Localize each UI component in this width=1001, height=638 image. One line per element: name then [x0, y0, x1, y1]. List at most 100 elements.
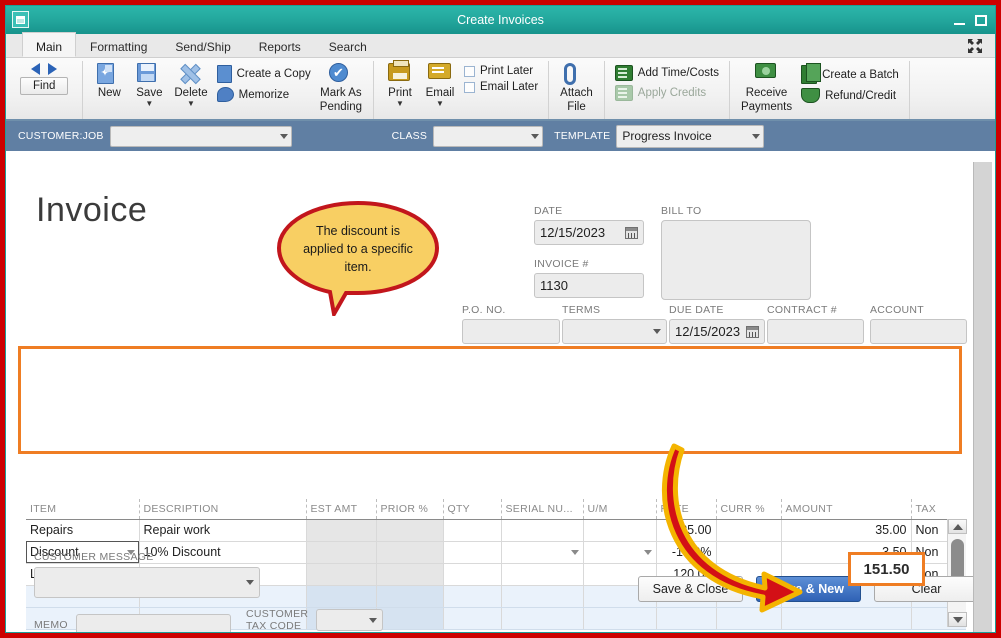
col-est-amt[interactable]: EST AMT	[305, 499, 376, 520]
tab-formatting[interactable]: Formatting	[76, 34, 161, 57]
table-row[interactable]: Repairs Repair work 35.00 35.00 Non	[26, 519, 966, 542]
col-item[interactable]: ITEM	[26, 499, 139, 520]
receive-payments-button[interactable]: Receive Payments	[736, 61, 797, 113]
cell-qty[interactable]	[442, 563, 501, 586]
create-a-copy-button[interactable]: Create a Copy	[216, 65, 311, 83]
chevron-down-icon[interactable]	[643, 549, 652, 555]
email-chevron-down-icon[interactable]: ▼	[436, 100, 444, 108]
customer-tax-code-select[interactable]	[316, 609, 384, 631]
contract-no-input[interactable]	[767, 319, 864, 344]
print-chevron-down-icon[interactable]: ▼	[396, 100, 404, 108]
cell-curr-pct[interactable]	[715, 607, 781, 630]
bill-to-group: BILL TO	[661, 205, 811, 300]
new-document-icon: ✦	[97, 63, 121, 85]
memorize-button[interactable]: Memorize	[216, 87, 311, 102]
cell-item[interactable]: Repairs	[26, 519, 139, 542]
add-time-costs-button[interactable]: Add Time/Costs	[614, 65, 719, 81]
cell-description[interactable]: Repair work	[138, 519, 306, 542]
cell-serial[interactable]	[500, 585, 583, 608]
print-later-checkbox[interactable]: Print Later	[464, 65, 538, 77]
delete-chevron-down-icon[interactable]: ▼	[187, 100, 195, 108]
customer-job-select[interactable]	[109, 125, 292, 147]
terms-select[interactable]	[562, 319, 667, 344]
email-button[interactable]: Email ▼	[420, 61, 460, 108]
ribbon-group-attach: Attach File	[548, 61, 604, 119]
tab-main[interactable]: Main	[22, 32, 77, 57]
col-tax[interactable]: TAX	[910, 499, 966, 520]
invoice-no-input[interactable]: 1130	[534, 273, 644, 298]
col-serial-number[interactable]: SERIAL NU...	[500, 499, 583, 520]
window-vertical-scrollbar[interactable]	[973, 162, 992, 632]
maximize-icon[interactable]	[975, 14, 987, 26]
save-button[interactable]: Save ▼	[129, 61, 169, 108]
customer-message-select[interactable]	[34, 567, 260, 598]
template-select[interactable]: Progress Invoice	[616, 124, 765, 148]
cell-qty[interactable]	[442, 519, 501, 542]
new-button[interactable]: ✦ New	[89, 61, 129, 99]
tab-search[interactable]: Search	[315, 34, 381, 57]
calendar-icon[interactable]	[746, 325, 759, 338]
email-later-checkbox[interactable]: Email Later	[464, 81, 538, 93]
cell-curr-pct[interactable]	[715, 541, 781, 564]
cell-serial[interactable]	[500, 607, 583, 630]
cell-qty[interactable]	[442, 585, 501, 608]
scroll-up-button[interactable]	[948, 519, 967, 534]
cell-serial[interactable]	[500, 541, 583, 564]
cell-um[interactable]	[582, 541, 656, 564]
cell-serial[interactable]	[500, 563, 583, 586]
tab-send-ship[interactable]: Send/Ship	[161, 34, 244, 57]
po-no-input[interactable]	[462, 319, 560, 344]
class-label: CLASS	[391, 130, 428, 142]
cell-qty[interactable]	[442, 607, 501, 630]
chevron-down-icon[interactable]	[570, 549, 579, 555]
minimize-icon[interactable]	[954, 15, 965, 25]
col-rate[interactable]: RATE	[655, 499, 716, 520]
customer-message-group: CUSTOMER MESSAGE	[34, 551, 260, 598]
grid-vertical-scrollbar[interactable]	[947, 519, 967, 627]
col-prior-pct[interactable]: PRIOR %	[375, 499, 443, 520]
due-date-input[interactable]: 12/15/2023	[669, 319, 765, 344]
col-amount[interactable]: AMOUNT	[780, 499, 911, 520]
next-icon[interactable]	[48, 63, 58, 75]
cell-amount[interactable]	[780, 607, 911, 630]
col-um[interactable]: U/M	[582, 499, 656, 520]
attach-file-button[interactable]: Attach File	[555, 61, 598, 113]
cell-curr-pct[interactable]	[715, 519, 781, 542]
save-chevron-down-icon[interactable]: ▼	[145, 100, 153, 108]
previous-icon[interactable]	[31, 63, 41, 75]
tab-reports[interactable]: Reports	[245, 34, 315, 57]
cell-rate[interactable]: 35.00	[655, 519, 716, 542]
window-title: Create Invoices	[457, 13, 544, 27]
scroll-down-button[interactable]	[948, 612, 967, 627]
col-qty[interactable]: QTY	[442, 499, 501, 520]
account-input[interactable]	[870, 319, 967, 344]
refund-credit-button[interactable]: Refund/Credit	[801, 88, 899, 103]
memo-input[interactable]	[75, 614, 231, 632]
cell-rate[interactable]	[655, 607, 716, 630]
mark-as-pending-button[interactable]: ✔ Mark As Pending	[315, 61, 367, 113]
print-button[interactable]: Print ▼	[380, 60, 420, 108]
window-titlebar: Create Invoices	[6, 6, 995, 34]
cell-amount[interactable]: 35.00	[780, 519, 911, 542]
customer-job-label: CUSTOMER:JOB	[18, 130, 104, 142]
cell-um[interactable]	[582, 607, 656, 630]
chevron-down-icon	[279, 133, 288, 139]
cell-um[interactable]	[582, 519, 656, 542]
cell-est-amt	[305, 585, 376, 608]
col-description[interactable]: DESCRIPTION	[138, 499, 306, 520]
delete-button[interactable]: Delete ▼	[169, 61, 212, 108]
expand-ribbon-icon[interactable]	[967, 38, 983, 54]
class-select[interactable]	[433, 125, 544, 147]
save-and-close-button[interactable]: Save & Close	[638, 576, 743, 602]
cell-serial[interactable]	[500, 519, 583, 542]
create-a-batch-button[interactable]: Create a Batch	[801, 63, 899, 84]
balance-due-highlight-box: 151.50	[848, 552, 925, 586]
calendar-icon[interactable]	[625, 226, 638, 239]
bill-to-textarea[interactable]	[661, 220, 811, 300]
save-and-new-button[interactable]: Save & New	[756, 576, 861, 602]
col-curr-pct[interactable]: CURR %	[715, 499, 781, 520]
date-input[interactable]: 12/15/2023	[534, 220, 644, 245]
cell-qty[interactable]	[442, 541, 501, 564]
cell-rate[interactable]: -10.0%	[655, 541, 716, 564]
find-button[interactable]: Find	[20, 77, 69, 95]
